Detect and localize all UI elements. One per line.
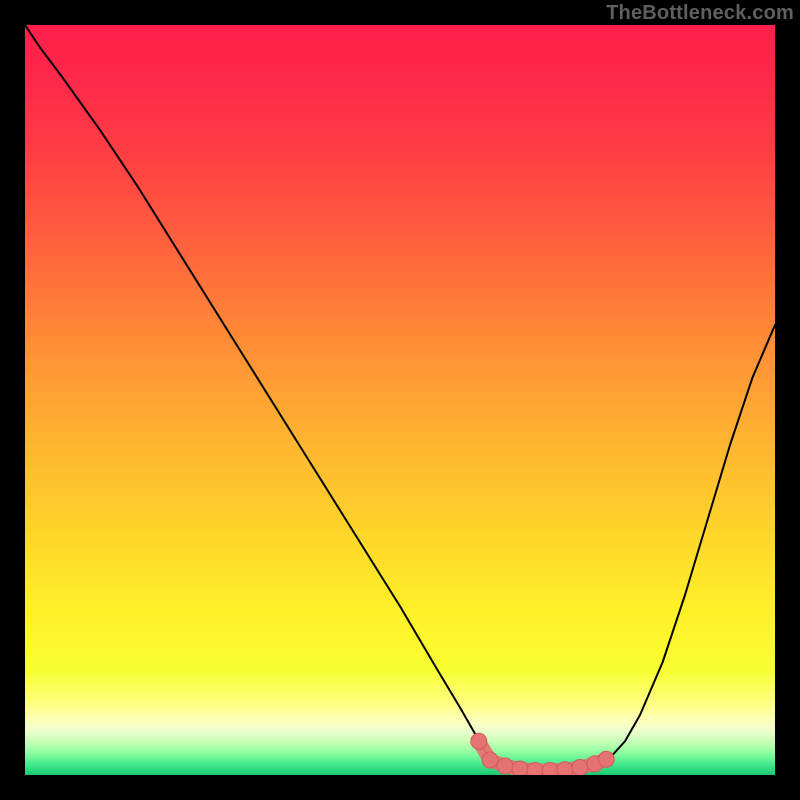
background-gradient [25, 25, 775, 775]
watermark-text: TheBottleneck.com [606, 2, 794, 25]
plot-area [25, 25, 775, 775]
chart-container: TheBottleneck.com [0, 0, 800, 800]
